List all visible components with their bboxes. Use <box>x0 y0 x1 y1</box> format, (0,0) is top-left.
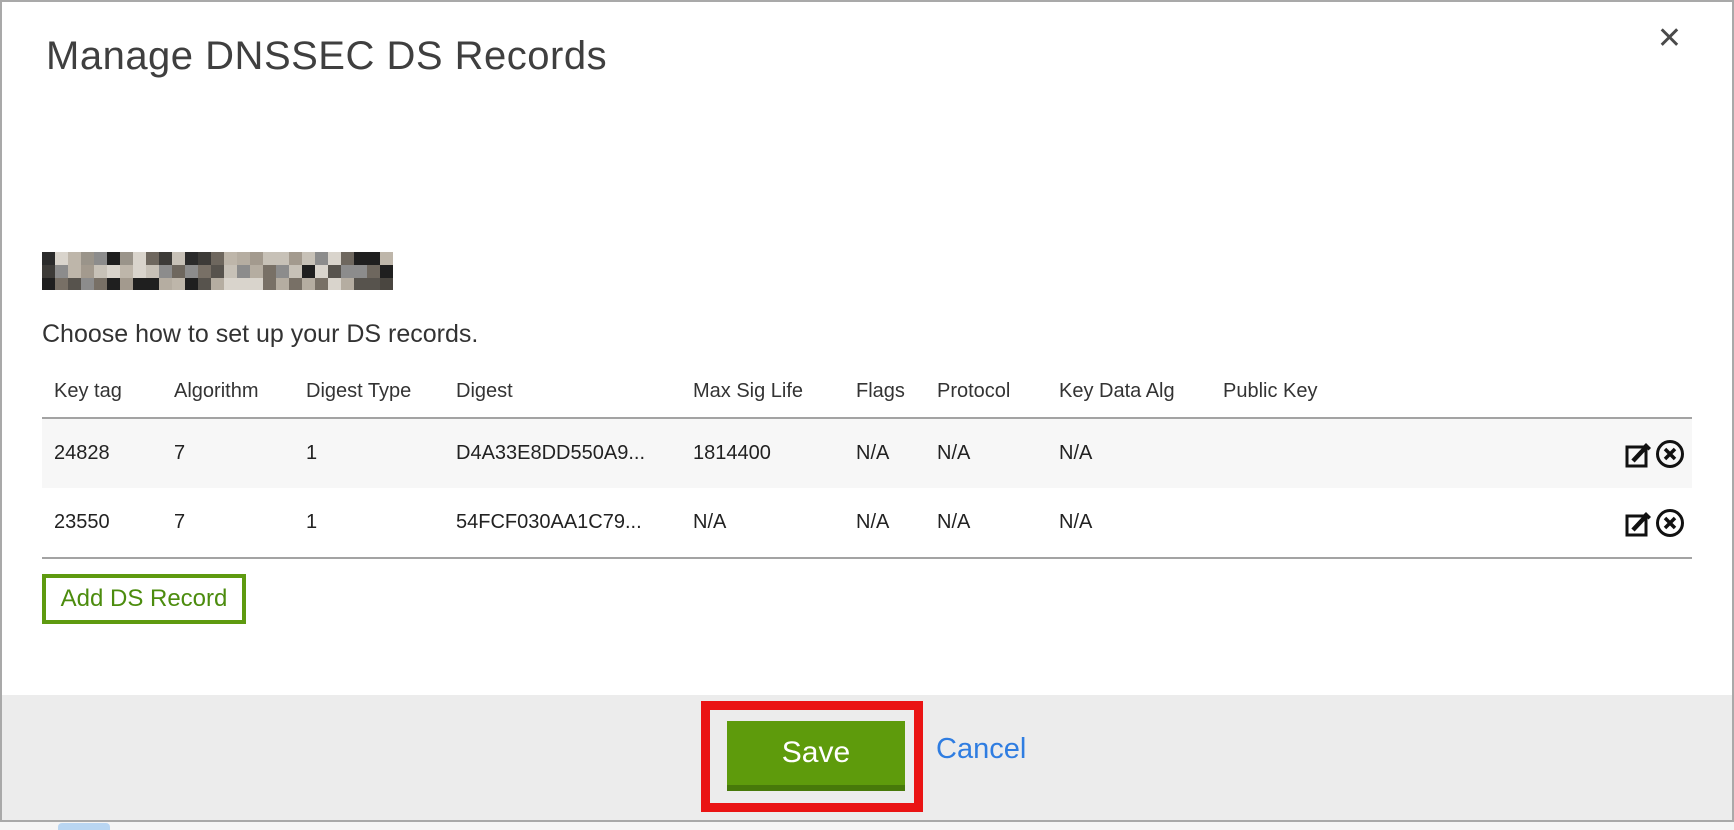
cell-algorithm: 7 <box>162 418 294 488</box>
redacted-domain-name <box>42 252 398 290</box>
cancel-link[interactable]: Cancel <box>936 733 1026 766</box>
cell-public-key <box>1211 418 1582 488</box>
col-header-key-data-alg: Key Data Alg <box>1047 366 1211 418</box>
cell-digest-type: 1 <box>294 418 444 488</box>
background-content-glimpse <box>58 823 110 830</box>
delete-record-icon[interactable] <box>1654 438 1686 470</box>
delete-record-icon[interactable] <box>1654 507 1686 539</box>
screen: Manage DNSSEC DS Records ✕ Choose how to… <box>0 0 1734 830</box>
modal-footer: Save Cancel <box>2 695 1732 820</box>
table-row: 23550 7 1 54FCF030AA1C79... N/A N/A N/A … <box>42 488 1692 558</box>
cell-protocol: N/A <box>925 418 1047 488</box>
close-icon[interactable]: ✕ <box>1657 24 1682 54</box>
col-header-key-tag: Key tag <box>42 366 162 418</box>
table-row: 24828 7 1 D4A33E8DD550A9... 1814400 N/A … <box>42 418 1692 488</box>
cell-key-tag: 24828 <box>42 418 162 488</box>
cell-flags: N/A <box>844 418 925 488</box>
cell-digest: 54FCF030AA1C79... <box>444 488 681 558</box>
save-button[interactable]: Save <box>727 721 905 791</box>
cell-flags: N/A <box>844 488 925 558</box>
table-header-row: Key tag Algorithm Digest Type Digest Max… <box>42 366 1692 418</box>
edit-record-icon[interactable] <box>1624 508 1654 538</box>
col-header-protocol: Protocol <box>925 366 1047 418</box>
cell-algorithm: 7 <box>162 488 294 558</box>
cell-digest: D4A33E8DD550A9... <box>444 418 681 488</box>
col-header-max-sig-life: Max Sig Life <box>681 366 844 418</box>
cell-public-key <box>1211 488 1582 558</box>
cell-key-tag: 23550 <box>42 488 162 558</box>
cell-max-sig-life: 1814400 <box>681 418 844 488</box>
page-title: Manage DNSSEC DS Records <box>46 34 607 79</box>
col-header-algorithm: Algorithm <box>162 366 294 418</box>
edit-record-icon[interactable] <box>1624 439 1654 469</box>
cell-key-data-alg: N/A <box>1047 488 1211 558</box>
manage-dnssec-modal: Manage DNSSEC DS Records ✕ Choose how to… <box>0 0 1734 822</box>
cell-digest-type: 1 <box>294 488 444 558</box>
background-page-strip <box>0 822 1734 830</box>
cell-protocol: N/A <box>925 488 1047 558</box>
add-ds-record-button[interactable]: Add DS Record <box>42 574 246 624</box>
ds-records-table: Key tag Algorithm Digest Type Digest Max… <box>42 366 1692 559</box>
col-header-digest: Digest <box>444 366 681 418</box>
subtitle-text: Choose how to set up your DS records. <box>42 320 478 349</box>
cell-key-data-alg: N/A <box>1047 418 1211 488</box>
col-header-actions <box>1582 366 1692 418</box>
col-header-digest-type: Digest Type <box>294 366 444 418</box>
col-header-public-key: Public Key <box>1211 366 1582 418</box>
cell-max-sig-life: N/A <box>681 488 844 558</box>
col-header-flags: Flags <box>844 366 925 418</box>
